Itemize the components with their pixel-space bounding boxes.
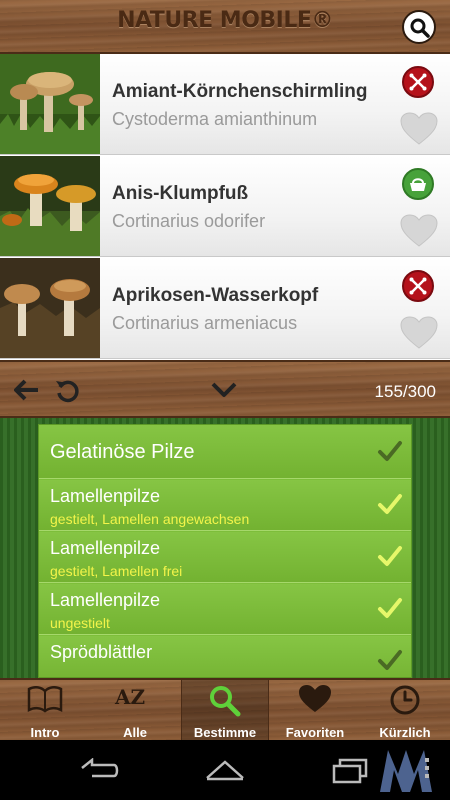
nav-tab-bestimme[interactable]: Bestimme (181, 680, 269, 740)
overflow-menu-icon[interactable] (425, 758, 429, 782)
toxic-x-icon (409, 277, 427, 295)
edible-badge (402, 168, 434, 200)
clock-icon (390, 685, 420, 715)
species-row[interactable]: Anis-Klumpfuß Cortinarius odorifer (0, 156, 450, 257)
check-icon (378, 494, 402, 514)
toxic-badge (402, 270, 434, 302)
species-photo (0, 258, 100, 358)
chevron-down-icon[interactable] (210, 380, 238, 400)
app-logo: NATURE MOBILE® (117, 8, 333, 33)
search-icon (410, 18, 430, 38)
species-list[interactable]: Amiant-Körnchenschirmling Cystoderma ami… (0, 54, 450, 360)
heart-icon (299, 685, 331, 712)
filter-subtitle: ungestielt (50, 615, 110, 631)
check-icon (378, 598, 402, 618)
species-latin-name: Cortinarius armeniacus (112, 313, 298, 333)
species-name: Aprikosen-Wasserkopf (112, 285, 319, 306)
app-header: NATURE MOBILE® (0, 0, 450, 54)
search-button[interactable] (402, 10, 436, 44)
nav-tab-favoriten[interactable]: Favoriten (270, 680, 360, 740)
reset-icon[interactable] (54, 377, 82, 405)
back-arrow-icon[interactable] (14, 379, 40, 401)
check-icon (378, 441, 402, 461)
species-photo (0, 54, 100, 154)
filter-title: Lamellenpilze (50, 486, 161, 506)
book-icon (27, 686, 63, 713)
nav-label: Intro (30, 725, 60, 740)
system-back-icon[interactable] (78, 758, 120, 782)
filter-item[interactable]: Sprödblättler (39, 636, 411, 677)
nav-label: Alle (123, 725, 147, 740)
filter-list[interactable]: Gelatinöse Pilze Lamellenpilze gestielt,… (38, 424, 412, 678)
az-sort-icon: AZ (114, 685, 145, 709)
species-latin-name: Cortinarius odorifer (112, 211, 266, 231)
toxic-badge (402, 66, 434, 98)
system-recents-icon[interactable] (330, 758, 370, 784)
filter-title: Gelatinöse Pilze (50, 441, 195, 463)
filter-item[interactable]: Gelatinöse Pilze (39, 425, 411, 479)
filter-item[interactable]: Lamellenpilze ungestielt (39, 584, 411, 635)
bottom-navigation: Intro AZ Alle Bestimme Favoriten Kürzlic… (0, 678, 450, 740)
nav-label: Bestimme (193, 725, 257, 740)
nav-label: Favoriten (285, 725, 345, 740)
system-home-icon[interactable] (204, 758, 246, 782)
filter-title: Sprödblättler (50, 642, 153, 662)
check-icon (378, 546, 402, 566)
species-name: Anis-Klumpfuß (112, 183, 249, 204)
nav-tab-kuerzlich[interactable]: Kürzlich (360, 680, 450, 740)
filter-item[interactable]: Lamellenpilze gestielt, Lamellen angewac… (39, 480, 411, 531)
results-toolbar: 155/300 (0, 360, 450, 418)
nav-tab-alle[interactable]: AZ Alle (90, 680, 180, 740)
filter-title: Lamellenpilze (50, 538, 161, 558)
favorite-heart-icon[interactable] (400, 316, 438, 350)
filter-title: Lamellenpilze (50, 590, 161, 610)
species-photo (0, 156, 100, 256)
filter-area: Gelatinöse Pilze Lamellenpilze gestielt,… (0, 418, 450, 678)
check-icon (378, 650, 402, 670)
species-name: Amiant-Körnchenschirmling (112, 81, 368, 102)
favorite-heart-icon[interactable] (400, 214, 438, 248)
species-row[interactable]: Aprikosen-Wasserkopf Cortinarius armenia… (0, 258, 450, 359)
svg-text:AZ: AZ (114, 685, 145, 709)
nav-tab-intro[interactable]: Intro (0, 680, 90, 740)
toxic-x-icon (409, 73, 427, 91)
favorite-heart-icon[interactable] (400, 112, 438, 146)
filter-item[interactable]: Lamellenpilze gestielt, Lamellen frei (39, 532, 411, 583)
filter-subtitle: gestielt, Lamellen angewachsen (50, 511, 250, 527)
system-navigation-bar (0, 740, 450, 800)
species-row[interactable]: Amiant-Körnchenschirmling Cystoderma ami… (0, 54, 450, 155)
species-latin-name: Cystoderma amianthinum (112, 109, 318, 129)
basket-icon (410, 178, 426, 191)
magnifier-icon (210, 686, 241, 717)
result-counter: 155/300 (374, 382, 436, 401)
nav-label: Kürzlich (379, 725, 431, 740)
filter-subtitle: gestielt, Lamellen frei (50, 563, 183, 579)
